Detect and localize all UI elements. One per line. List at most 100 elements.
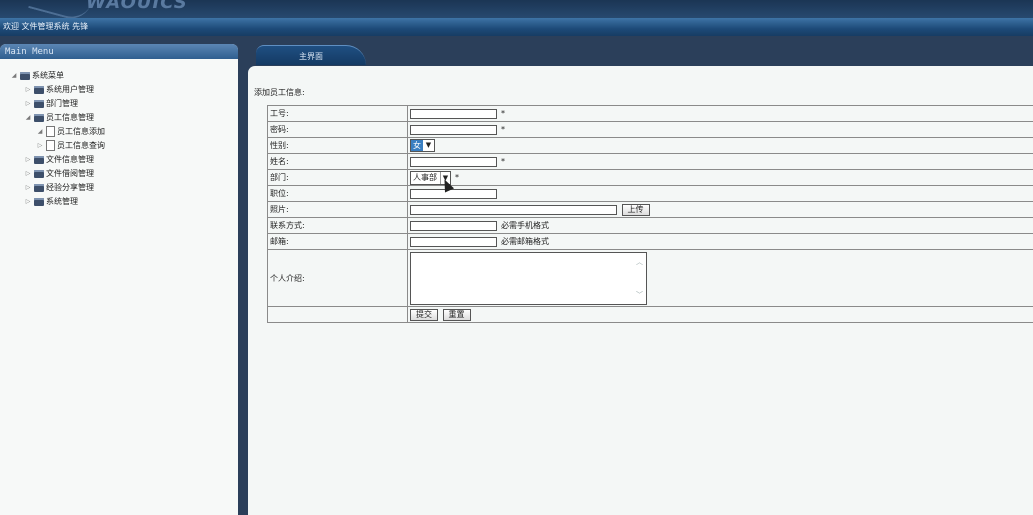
expanded-arrow-icon[interactable]: ◢ (24, 114, 32, 121)
intro-label: 个人介绍: (267, 249, 408, 307)
tree-item-employee-management[interactable]: ◢ 员工信息管理 (24, 111, 94, 124)
photo-path-input[interactable] (410, 204, 617, 215)
actions-cell: 提交 重置 (407, 306, 1033, 323)
name-cell: * (407, 153, 1033, 170)
department-selected: 人事部 (413, 172, 437, 182)
required-mark: * (501, 109, 505, 118)
chevron-down-icon[interactable]: ▼ (423, 140, 434, 151)
form-row-photo: 照片: 上传 (267, 201, 1033, 218)
collapsed-arrow-icon[interactable]: ▷ (24, 156, 32, 163)
tree-item-employee-query[interactable]: ▷ 员工信息查询 (36, 139, 105, 152)
position-input[interactable] (410, 188, 497, 199)
gender-select[interactable]: 女 ▼ (410, 139, 435, 152)
tab-main[interactable]: 主界面 (256, 45, 366, 65)
position-cell (407, 185, 1033, 202)
emp-id-label: 工号: (267, 105, 408, 122)
tree-item-label: 经验分享管理 (46, 183, 94, 192)
tree-item-user-management[interactable]: ▷ 系统用户管理 (24, 83, 94, 96)
employee-form: 工号: * 密码: * 性别: 女 ▼ 姓名: * 部门: 人事部 ▼ * 职位… (267, 105, 1033, 323)
folder-icon (34, 85, 44, 94)
emp-id-input[interactable] (410, 108, 497, 119)
scroll-down-icon[interactable]: ﹀ (636, 290, 643, 300)
department-label: 部门: (267, 169, 408, 186)
main-content: 添加员工信息: 工号: * 密码: * 性别: 女 ▼ 姓名: * 部门: 人事… (248, 66, 1033, 515)
tree-item-label: 员工信息添加 (57, 127, 105, 136)
sidebar-title: Main Menu (0, 44, 238, 59)
position-label: 职位: (267, 185, 408, 202)
document-icon (46, 140, 55, 151)
sidebar: Main Menu ◢ 系统菜单 ▷ 系统用户管理 ▷ 部门管理 ◢ 员工信息管… (0, 44, 238, 515)
tree-item-label: 部门管理 (46, 99, 78, 108)
tree-item-borrow-management[interactable]: ▷ 文件借阅管理 (24, 167, 94, 180)
tree-item-employee-add[interactable]: ◢ 员工信息添加 (36, 125, 105, 138)
form-row-contact: 联系方式: 必需手机格式 (267, 217, 1033, 234)
tree-item-experience-sharing[interactable]: ▷ 经验分享管理 (24, 181, 94, 194)
tree-item-system-menu[interactable]: ◢ 系统菜单 (10, 69, 64, 82)
tree-item-label: 员工信息管理 (46, 113, 94, 122)
contact-label: 联系方式: (267, 217, 408, 234)
form-row-password: 密码: * (267, 121, 1033, 138)
intro-textarea[interactable]: ︿ ﹀ (410, 251, 647, 305)
contact-input[interactable] (410, 220, 497, 231)
form-row-department: 部门: 人事部 ▼ * (267, 169, 1033, 186)
gender-cell: 女 ▼ (407, 137, 1033, 154)
tree-item-file-management[interactable]: ▷ 文件信息管理 (24, 153, 94, 166)
form-row-actions: 提交 重置 (267, 306, 1033, 323)
document-icon (46, 126, 55, 137)
form-row-email: 邮箱: 必需邮箱格式 (267, 233, 1033, 250)
tree-item-label: 员工信息查询 (57, 141, 105, 150)
tree-item-system-management[interactable]: ▷ 系统管理 (24, 195, 78, 208)
form-row-intro: 个人介绍: ︿ ﹀ (267, 249, 1033, 307)
gender-selected: 女 (411, 140, 423, 151)
folder-icon (20, 71, 30, 80)
actions-label-cell (267, 306, 408, 323)
welcome-text: 欢迎 文件管理系统 先锋 (3, 22, 89, 31)
submit-button[interactable]: 提交 (410, 308, 438, 321)
name-input[interactable] (410, 156, 497, 167)
contact-cell: 必需手机格式 (407, 217, 1033, 234)
department-cell: 人事部 ▼ * (407, 169, 1033, 186)
collapsed-arrow-icon[interactable]: ▷ (24, 100, 32, 107)
email-label: 邮箱: (267, 233, 408, 250)
collapsed-arrow-icon[interactable]: ▷ (24, 184, 32, 191)
reset-button[interactable]: 重置 (442, 308, 471, 321)
name-label: 姓名: (267, 153, 408, 170)
contact-hint: 必需手机格式 (501, 221, 549, 230)
email-cell: 必需邮箱格式 (407, 233, 1033, 250)
expanded-arrow-icon[interactable]: ◢ (36, 128, 44, 135)
tree-item-label: 文件信息管理 (46, 155, 94, 164)
folder-icon (34, 183, 44, 192)
tree-item-label: 系统菜单 (32, 71, 64, 80)
collapsed-arrow-icon[interactable]: ▷ (24, 198, 32, 205)
expanded-arrow-icon[interactable]: ◢ (10, 72, 18, 79)
email-hint: 必需邮箱格式 (501, 237, 549, 246)
gender-label: 性别: (267, 137, 408, 154)
tree-item-label: 系统用户管理 (46, 85, 94, 94)
required-mark: * (501, 125, 505, 134)
password-cell: * (407, 121, 1033, 138)
logo-swoosh (28, 0, 92, 18)
form-row-name: 姓名: * (267, 153, 1033, 170)
email-input[interactable] (410, 236, 497, 247)
form-row-position: 职位: (267, 185, 1033, 202)
collapsed-arrow-icon[interactable]: ▷ (24, 170, 32, 177)
intro-cell: ︿ ﹀ (407, 249, 1033, 307)
required-mark: * (455, 173, 459, 182)
tree-item-department-management[interactable]: ▷ 部门管理 (24, 97, 78, 110)
tree-item-label: 文件借阅管理 (46, 169, 94, 178)
photo-label: 照片: (267, 201, 408, 218)
form-row-emp-id: 工号: * (267, 105, 1033, 122)
emp-id-cell: * (407, 105, 1033, 122)
photo-cell: 上传 (407, 201, 1033, 218)
required-mark: * (501, 157, 505, 166)
upload-button[interactable]: 上传 (621, 203, 650, 216)
scroll-up-icon[interactable]: ︿ (636, 257, 643, 267)
collapsed-arrow-icon[interactable]: ▷ (36, 142, 44, 149)
folder-icon (34, 169, 44, 178)
password-input[interactable] (410, 124, 497, 135)
top-banner: WAOUICS (0, 0, 1033, 18)
collapsed-arrow-icon[interactable]: ▷ (24, 86, 32, 93)
tree-item-label: 系统管理 (46, 197, 78, 206)
folder-icon (34, 99, 44, 108)
folder-icon (34, 155, 44, 164)
